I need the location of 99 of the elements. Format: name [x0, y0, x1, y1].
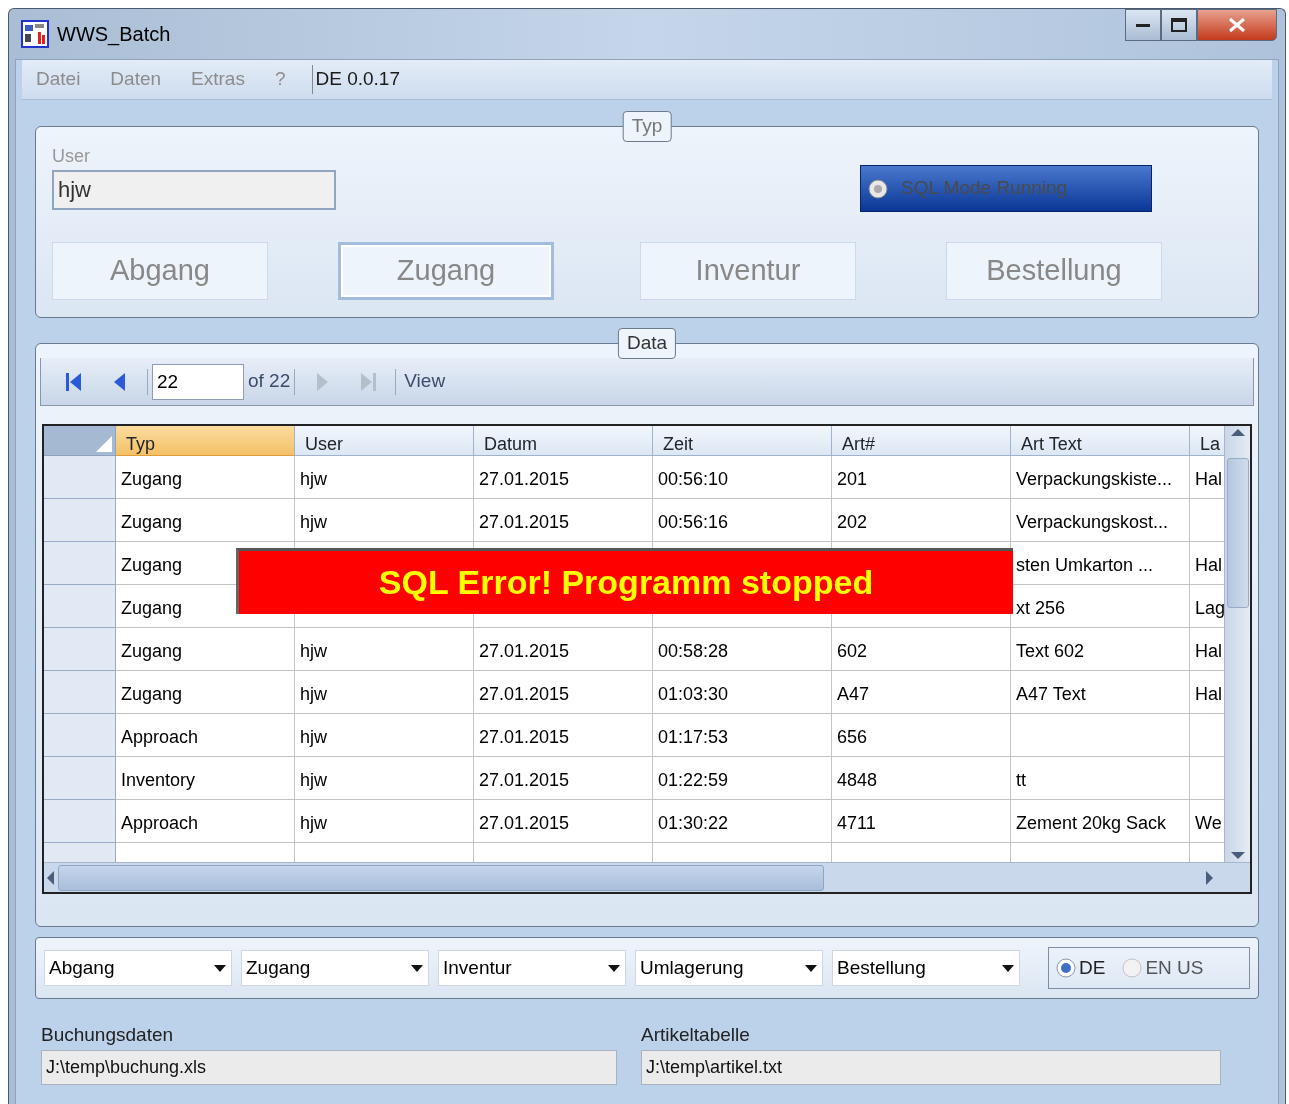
- table-cell: A47: [832, 671, 1011, 714]
- group-title: Typ: [622, 111, 672, 142]
- table-cell: 202: [832, 499, 1011, 542]
- table-cell: 01:17:53: [653, 714, 832, 757]
- column-header[interactable]: Zeit: [653, 426, 832, 456]
- file-path-field[interactable]: J:\temp\buchung.xls: [41, 1049, 617, 1085]
- dropdown-caret-icon: [804, 963, 818, 973]
- vertical-scrollbar[interactable]: [1224, 426, 1250, 862]
- table-cell: 4848: [832, 757, 1011, 800]
- dropdown-caret-icon: [607, 963, 621, 973]
- file-label: Artikeltabelle: [641, 1023, 751, 1047]
- version-label: DE 0.0.17: [311, 65, 400, 94]
- column-header[interactable]: Art Text: [1011, 426, 1190, 456]
- row-header[interactable]: [44, 757, 116, 800]
- table-cell: Zugang: [116, 499, 295, 542]
- table-cell: hjw: [295, 800, 474, 843]
- column-header[interactable]: Art#: [832, 426, 1011, 456]
- table-cell: Approach: [116, 800, 295, 843]
- language-radio[interactable]: DE: [1055, 953, 1106, 983]
- row-header[interactable]: [44, 585, 116, 628]
- row-header[interactable]: [44, 456, 116, 499]
- filter-dropdown[interactable]: Bestellung: [832, 950, 1020, 986]
- row-header[interactable]: [44, 800, 116, 843]
- column-header[interactable]: La: [1190, 426, 1225, 456]
- table-cell: hjw: [295, 757, 474, 800]
- last-page-icon: [359, 370, 378, 393]
- row-header[interactable]: [44, 714, 116, 757]
- table-cell: Zugang: [116, 456, 295, 499]
- table-cell: 201: [832, 456, 1011, 499]
- app-icon: [21, 20, 49, 48]
- file-label: Buchungsdaten: [41, 1023, 175, 1047]
- table-cell: 01:03:30: [653, 671, 832, 714]
- radio-icon: [1121, 957, 1144, 979]
- row-header[interactable]: [44, 671, 116, 714]
- group-title: Data: [617, 328, 677, 359]
- table-cell: 00:58:28: [653, 628, 832, 671]
- table-cell: 656: [832, 714, 1011, 757]
- table-cell: A47 Text: [1011, 671, 1190, 714]
- radio-icon: [867, 177, 889, 200]
- table-cell: Verpackungskost...: [1011, 499, 1190, 542]
- close-icon: [1228, 17, 1246, 33]
- row-header[interactable]: [44, 628, 116, 671]
- maximize-button[interactable]: [1161, 9, 1197, 41]
- table-cell: hjw: [295, 671, 474, 714]
- page-field[interactable]: 22: [152, 363, 244, 400]
- table-cell: tt: [1011, 757, 1190, 800]
- column-header[interactable]: Typ: [116, 426, 295, 456]
- table-cell: Inventory: [116, 757, 295, 800]
- column-header[interactable]: User: [295, 426, 474, 456]
- scrollbar-thumb[interactable]: [1226, 458, 1249, 608]
- filter-dropdown[interactable]: Zugang: [241, 950, 429, 986]
- maximize-icon: [1171, 18, 1187, 32]
- scroll-right-icon: [1204, 868, 1216, 887]
- table-cell: hjw: [295, 499, 474, 542]
- table-cell: 01:22:59: [653, 757, 832, 800]
- scrollbar-thumb[interactable]: [58, 864, 824, 891]
- filter-dropdown[interactable]: Abgang: [44, 950, 232, 986]
- table-cell: Zement 20kg Sack: [1011, 800, 1190, 843]
- dropdown-caret-icon: [213, 963, 227, 973]
- table-cell: 27.01.2015: [474, 671, 653, 714]
- table-cell: Zugang: [116, 628, 295, 671]
- table-cell: 01:30:22: [653, 800, 832, 843]
- table-cell: 27.01.2015: [474, 499, 653, 542]
- filter-dropdown[interactable]: Inventur: [438, 950, 626, 986]
- table-cell: 27.01.2015: [474, 714, 653, 757]
- filter-dropdown[interactable]: Umlagerung: [635, 950, 823, 986]
- table-cell: hjw: [295, 628, 474, 671]
- error-banner: SQL Error! Programm stopped: [236, 548, 1013, 614]
- file-path-field[interactable]: J:\temp\artikel.txt: [641, 1049, 1221, 1085]
- table-cell: hjw: [295, 714, 474, 757]
- table-cell: Approach: [116, 714, 295, 757]
- minimize-button[interactable]: [1125, 9, 1161, 41]
- table-cell: 00:56:10: [653, 456, 832, 499]
- minimize-icon: [1136, 22, 1150, 28]
- table-cell: 27.01.2015: [474, 757, 653, 800]
- first-page-icon: [65, 370, 83, 393]
- table-cell: Text 602: [1011, 628, 1190, 671]
- table-cell: 4711: [832, 800, 1011, 843]
- table-cell: 27.01.2015: [474, 628, 653, 671]
- table-cell: 27.01.2015: [474, 456, 653, 499]
- row-header[interactable]: [44, 499, 116, 542]
- table-cell: Verpackungskiste...: [1011, 456, 1190, 499]
- table-cell: hjw: [295, 456, 474, 499]
- corner-icon: [96, 436, 112, 452]
- view-button[interactable]: View: [404, 367, 446, 396]
- horizontal-scrollbar[interactable]: [44, 862, 1250, 892]
- dropdown-caret-icon: [410, 963, 424, 973]
- row-header[interactable]: [44, 542, 116, 585]
- radio-icon: [1055, 957, 1077, 979]
- table-cell: 00:56:16: [653, 499, 832, 542]
- user-label: User: [52, 145, 91, 168]
- column-header[interactable]: Datum: [474, 426, 653, 456]
- close-button[interactable]: [1197, 9, 1277, 41]
- dropdown-caret-icon: [1001, 963, 1015, 973]
- table-cell: 602: [832, 628, 1011, 671]
- window-title: WWS_Batch: [57, 22, 171, 48]
- page-count: of 22: [248, 369, 291, 394]
- table-cell: Zugang: [116, 671, 295, 714]
- table-cell: 27.01.2015: [474, 800, 653, 843]
